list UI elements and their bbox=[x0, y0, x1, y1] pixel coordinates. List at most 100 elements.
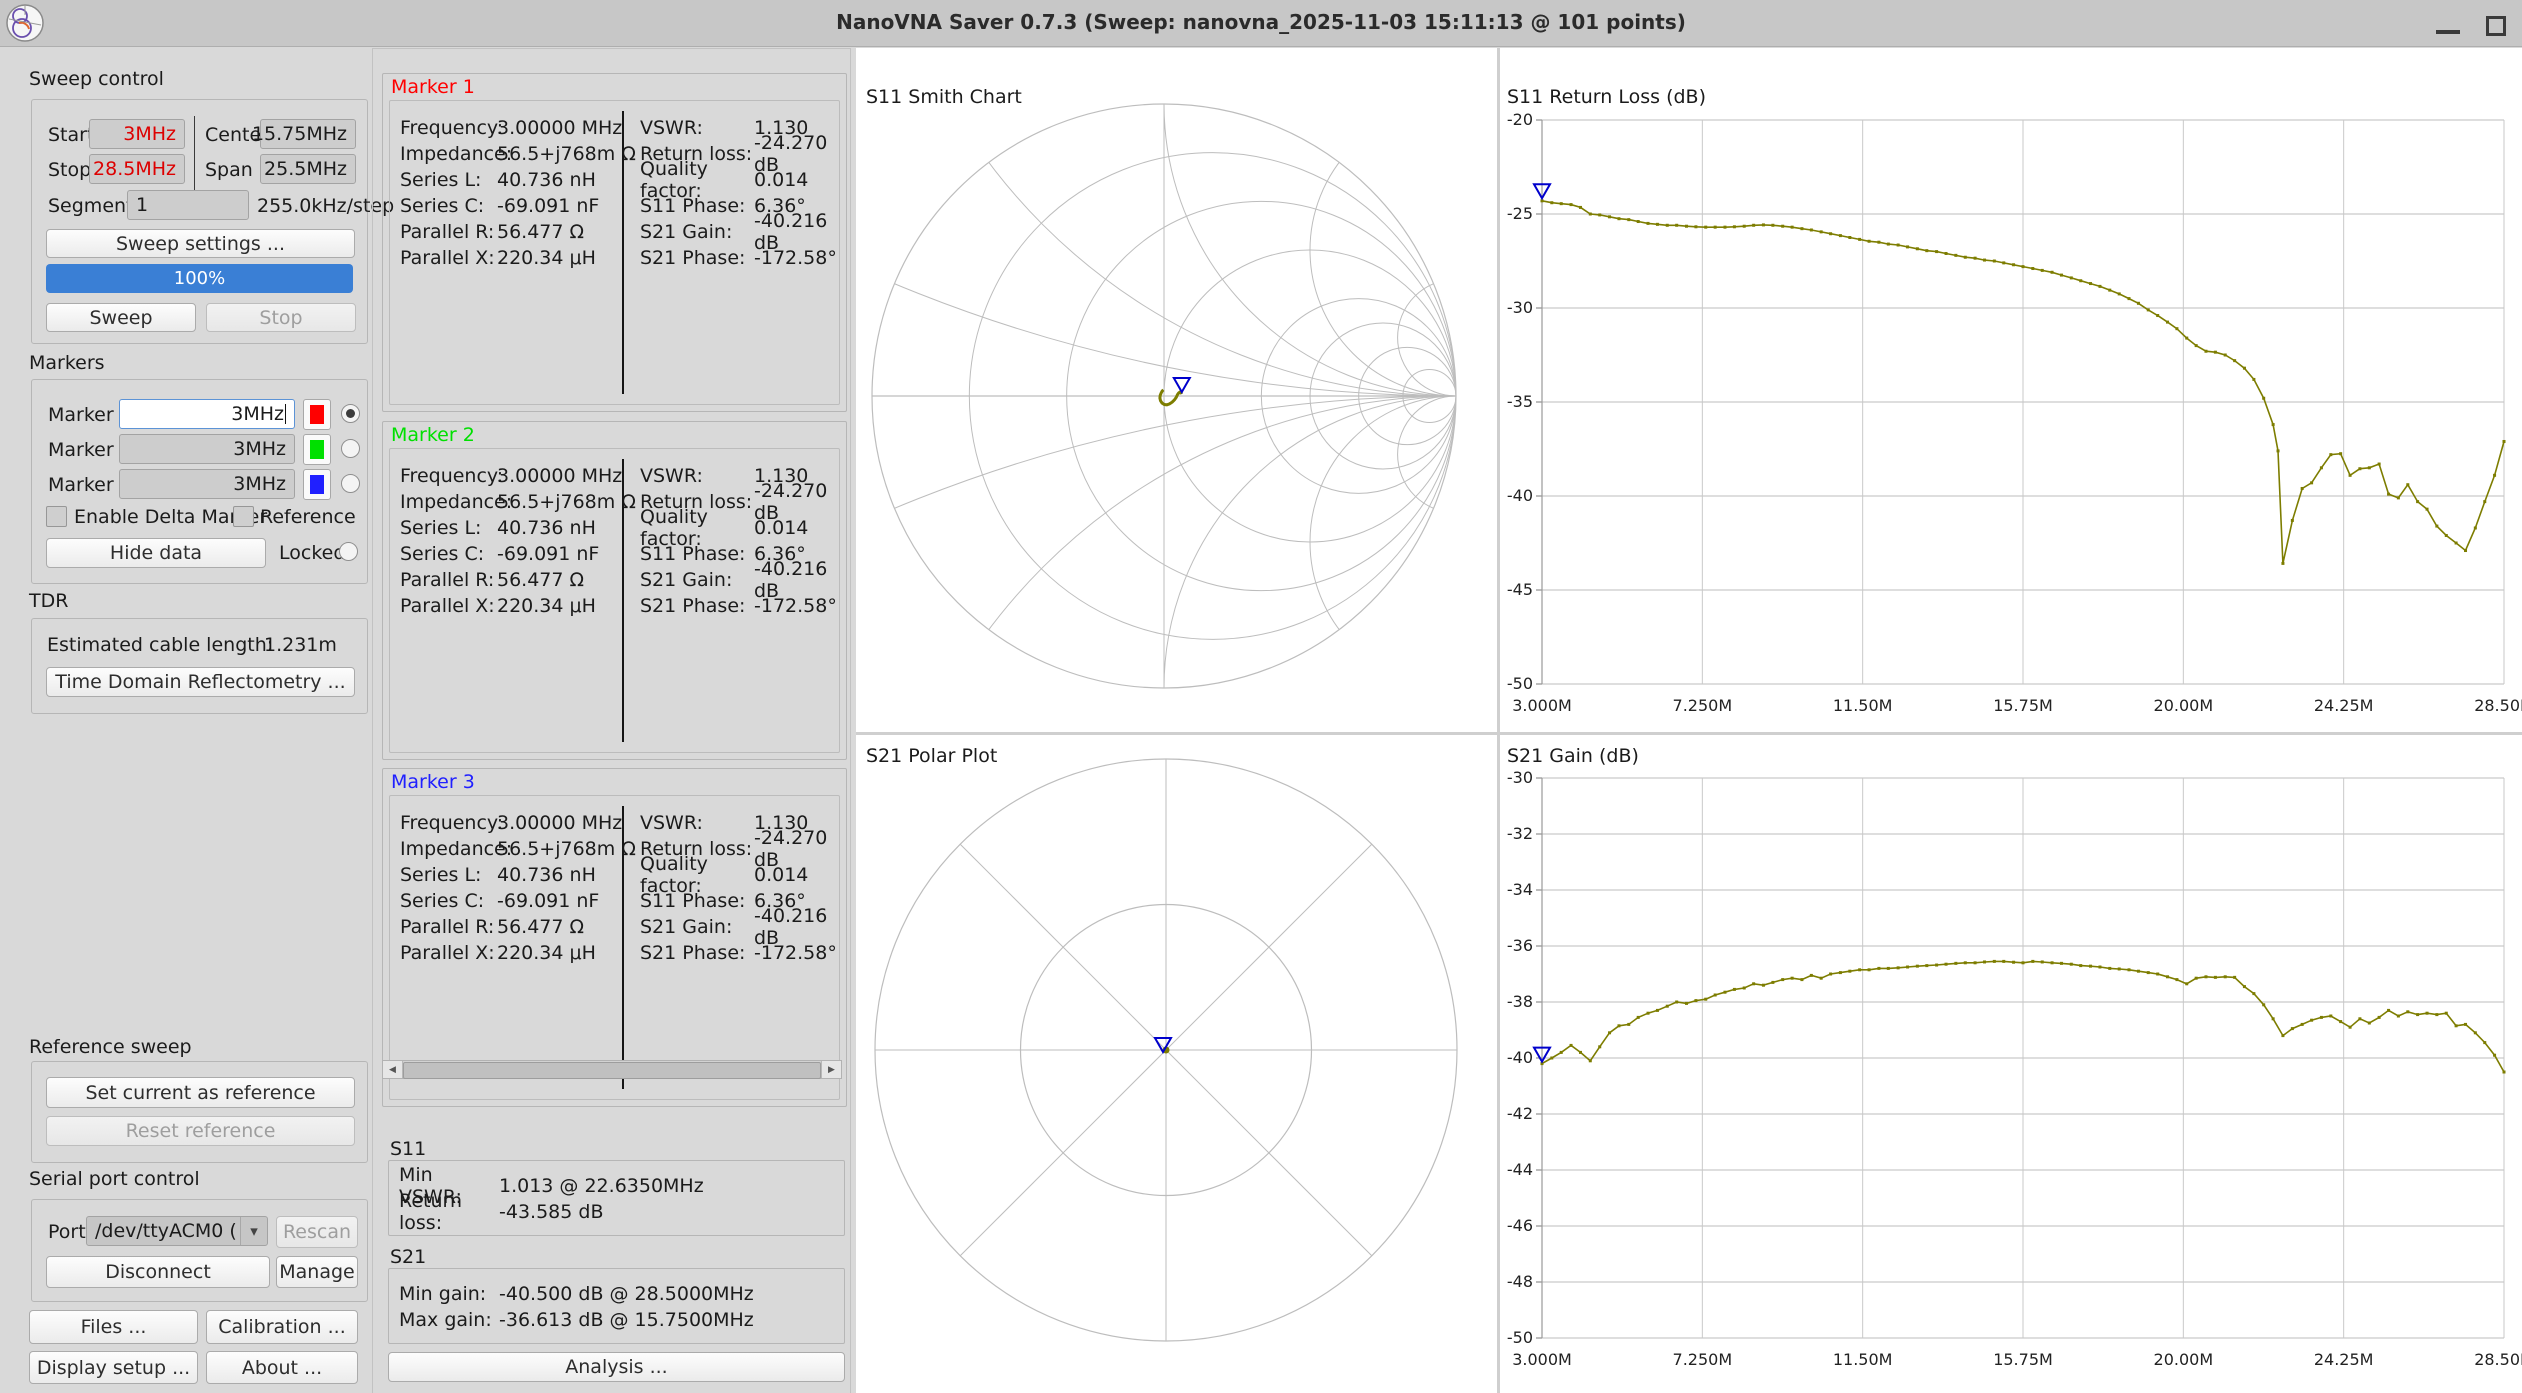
display-setup-button[interactable]: Display setup ... bbox=[29, 1351, 198, 1384]
port-select[interactable]: /dev/ttyACM0 (H) ▾ bbox=[86, 1216, 268, 1246]
reset-reference-button[interactable]: Reset reference bbox=[46, 1116, 355, 1146]
manage-button[interactable]: Manage bbox=[276, 1256, 358, 1288]
marker-field-row: Series C: -69.091 nF bbox=[400, 195, 600, 217]
marker-panel-scrollbar[interactable]: ◀ ▶ bbox=[382, 1060, 842, 1079]
locked-radio[interactable] bbox=[339, 542, 358, 561]
marker-1-radio[interactable] bbox=[341, 404, 360, 423]
marker-1-input[interactable]: 3MHz bbox=[119, 399, 295, 429]
files-button[interactable]: Files ... bbox=[29, 1310, 198, 1344]
panel-divider bbox=[622, 111, 624, 394]
svg-text:-36: -36 bbox=[1507, 936, 1533, 955]
gain-chart-canvas[interactable]: -30 -32 -34 -36 -38 -40 -42 -44 -46 -48 -50 3.000M 7… bbox=[1500, 735, 2522, 1393]
set-reference-button[interactable]: Set current as reference bbox=[46, 1077, 355, 1108]
s21-polar-plot[interactable]: S21 Polar Plot bbox=[856, 735, 1497, 1393]
marker-field-row: Impedance: 56.5+j768m Ω bbox=[400, 143, 636, 165]
marker-2-color-button[interactable] bbox=[303, 434, 331, 465]
port-label: Port bbox=[48, 1221, 86, 1243]
scroll-right-icon[interactable]: ▶ bbox=[821, 1061, 841, 1078]
hide-data-button[interactable]: Hide data bbox=[46, 538, 266, 568]
polar-plot-canvas[interactable] bbox=[856, 735, 1497, 1393]
scroll-left-icon[interactable]: ◀ bbox=[383, 1061, 403, 1078]
marker-3-panel: Marker 3 Frequency: 3.00000 MHz Impedance:… bbox=[382, 768, 847, 1107]
svg-text:-38: -38 bbox=[1507, 992, 1533, 1011]
start-input[interactable]: 3MHz bbox=[89, 119, 185, 149]
s11-return-loss-chart[interactable]: S11 Return Loss (dB) -20 -25 -30 -35 -40 -45-… bbox=[1500, 48, 2522, 732]
smith-chart-canvas[interactable] bbox=[856, 48, 1497, 732]
sweep-control-group: Start 3MHz Center 15.75MHz Stop 28.5MHz … bbox=[31, 99, 394, 344]
markers-section-label: Markers bbox=[29, 352, 105, 374]
chevron-down-icon: ▾ bbox=[240, 1217, 267, 1245]
svg-text:-25: -25 bbox=[1507, 204, 1533, 223]
svg-text:24.25M: 24.25M bbox=[2314, 1350, 2374, 1369]
marker-field-row: Series L: 40.736 nH bbox=[400, 169, 596, 191]
marker-1-panel: Marker 1 Frequency: 3.00000 MHz Impedance:… bbox=[382, 73, 847, 412]
calibration-button[interactable]: Calibration ... bbox=[206, 1310, 358, 1344]
maximize-icon[interactable] bbox=[2486, 16, 2506, 36]
marker-3-color-button[interactable] bbox=[303, 469, 331, 500]
marker-field-row: Impedance: 56.5+j768m Ω bbox=[400, 838, 636, 860]
svg-text:-42: -42 bbox=[1507, 1104, 1533, 1123]
charts-area: S11 Smith Chart S11 Return Loss (dB) -20… bbox=[856, 48, 2522, 1393]
svg-text:-34: -34 bbox=[1507, 880, 1533, 899]
svg-text:24.25M: 24.25M bbox=[2314, 696, 2374, 715]
marker-field-row: S21 Phase: -172.58° bbox=[640, 247, 837, 269]
return-loss-chart-canvas[interactable]: -20 -25 -30 -35 -40 -45 -50 3.000M 7.250M 11.50M 1… bbox=[1500, 48, 2522, 732]
sweep-button[interactable]: Sweep bbox=[46, 303, 196, 332]
marker-field-row: Parallel X: 220.34 μH bbox=[400, 247, 596, 269]
reference-label: Reference bbox=[260, 506, 356, 528]
marker-2-color-swatch bbox=[310, 440, 324, 459]
reference-sweep-section-label: Reference sweep bbox=[29, 1036, 192, 1058]
marker-2-radio[interactable] bbox=[341, 439, 360, 458]
enable-delta-marker-checkbox[interactable] bbox=[46, 506, 67, 527]
marker-field-row: Parallel R: 56.477 Ω bbox=[400, 916, 585, 938]
sweep-control-section-label: Sweep control bbox=[29, 68, 164, 90]
about-button[interactable]: About ... bbox=[206, 1351, 358, 1384]
start-label: Start bbox=[48, 124, 95, 146]
svg-text:-40: -40 bbox=[1507, 1048, 1533, 1067]
svg-text:3.000M: 3.000M bbox=[1512, 1350, 1572, 1369]
marker-field-row: Series C: -69.091 nF bbox=[400, 890, 600, 912]
marker-field-row: S21 Gain: -40.216 dB bbox=[640, 558, 828, 602]
cable-length-label: Estimated cable length: bbox=[47, 634, 274, 656]
marker-field-row: Parallel R: 56.477 Ω bbox=[400, 569, 585, 591]
span-input[interactable]: 25.5MHz bbox=[260, 154, 356, 184]
svg-text:-35: -35 bbox=[1507, 392, 1533, 411]
cable-length-value: 1.231m bbox=[264, 634, 337, 656]
svg-text:7.250M: 7.250M bbox=[1673, 1350, 1733, 1369]
marker-field-row: S21 Phase: -172.58° bbox=[640, 942, 837, 964]
s21-gain-chart[interactable]: S21 Gain (dB) -30 -32 -34 -36 -38 -40 -42 -44 -4… bbox=[1500, 735, 2522, 1393]
marker-3-input[interactable]: 3MHz bbox=[119, 469, 295, 499]
svg-text:3.000M: 3.000M bbox=[1512, 696, 1572, 715]
reference-sweep-group: Set current as reference Reset reference bbox=[31, 1061, 368, 1163]
marker-2-panel: Marker 2 Frequency: 3.00000 MHz Impedance:… bbox=[382, 421, 847, 760]
marker-2-panel-body: Frequency: 3.00000 MHz Impedance: 56.5+j768… bbox=[389, 448, 840, 753]
sweep-settings-button[interactable]: Sweep settings ... bbox=[46, 229, 355, 258]
marker-1-panel-body: Frequency: 3.00000 MHz Impedance: 56.5+j768… bbox=[389, 100, 840, 405]
segments-input[interactable]: 1 bbox=[127, 190, 249, 220]
minimize-icon[interactable] bbox=[2436, 30, 2460, 34]
svg-text:7.250M: 7.250M bbox=[1673, 696, 1733, 715]
s11-smith-chart[interactable]: S11 Smith Chart bbox=[856, 48, 1497, 732]
scrollbar-thumb[interactable] bbox=[403, 1062, 821, 1079]
marker-1-color-button[interactable] bbox=[303, 399, 331, 430]
stop-button[interactable]: Stop bbox=[206, 303, 356, 332]
center-input[interactable]: 15.75MHz bbox=[252, 119, 356, 149]
s11-summary-box: Min VSWR: 1.013 @ 22.6350MHz Return loss:… bbox=[388, 1160, 845, 1236]
s11-return-loss-label: Return loss: bbox=[399, 1190, 463, 1234]
disconnect-button[interactable]: Disconnect bbox=[46, 1256, 270, 1288]
min-gain-value: -40.500 dB @ 28.5000MHz bbox=[499, 1283, 754, 1305]
svg-text:28.50M: 28.50M bbox=[2474, 1350, 2522, 1369]
analysis-button[interactable]: Analysis ... bbox=[388, 1352, 845, 1382]
marker-2-input[interactable]: 3MHz bbox=[119, 434, 295, 464]
svg-text:-40: -40 bbox=[1507, 486, 1533, 505]
marker-field-row: Frequency: 3.00000 MHz bbox=[400, 117, 623, 139]
svg-text:-20: -20 bbox=[1507, 110, 1533, 129]
rescan-button[interactable]: Rescan bbox=[276, 1216, 358, 1248]
svg-text:15.75M: 15.75M bbox=[1993, 1350, 2053, 1369]
reference-checkbox[interactable] bbox=[233, 506, 254, 527]
stop-input[interactable]: 28.5MHz bbox=[89, 154, 185, 184]
svg-text:-32: -32 bbox=[1507, 824, 1533, 843]
tdr-button[interactable]: Time Domain Reflectometry ... bbox=[46, 667, 355, 697]
marker-field-row: Parallel X: 220.34 μH bbox=[400, 942, 596, 964]
marker-3-radio[interactable] bbox=[341, 474, 360, 493]
